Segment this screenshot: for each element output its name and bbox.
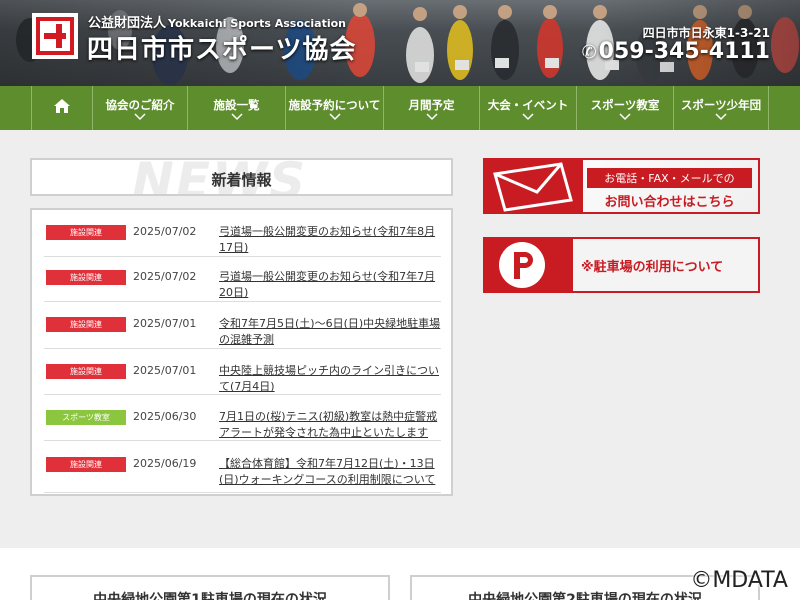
- site-header: 公益財団法人 Yokkaichi Sports Association 四日市市ス…: [0, 0, 800, 86]
- yokkaichi-logo-icon[interactable]: [32, 13, 78, 59]
- copyright-watermark: ©MDATA: [690, 568, 788, 593]
- news-item: 施設関連 2025/07/01 中央陸上競技場ピッチ内のライン引きについて(7月…: [44, 349, 441, 395]
- news-item: 施設関連 2025/07/02 弓道場一般公開変更のお知らせ(令和7年7月20日…: [44, 257, 441, 302]
- contact-banner-text: お電話・FAX・メールでの お問い合わせはこちら: [587, 168, 752, 210]
- news-item: 施設関連 2025/07/02 弓道場一般公開変更のお知らせ(令和7年8月17日…: [44, 210, 441, 257]
- nav-item-events[interactable]: 大会・イベント: [479, 86, 576, 130]
- chevron-down-icon: [425, 113, 438, 121]
- chevron-down-icon: [328, 113, 341, 121]
- nav-item-youth-sports[interactable]: スポーツ少年団: [673, 86, 769, 130]
- news-date: 2025/06/30: [133, 410, 197, 423]
- news-date: 2025/07/01: [133, 364, 197, 377]
- envelope-icon: [493, 162, 573, 212]
- news-title: 新着情報: [211, 171, 272, 189]
- main-nav: 協会のご紹介 施設一覧 施設予約について 月間予定 大会・イベント スポーツ教室…: [0, 86, 800, 130]
- phone-number[interactable]: ✆059-345-4111: [582, 39, 770, 64]
- contact-banner-graphic: [485, 160, 583, 212]
- nav-item-reservation[interactable]: 施設予約について: [285, 86, 383, 130]
- category-badge[interactable]: 施設関連: [46, 270, 126, 285]
- category-badge[interactable]: 施設関連: [46, 317, 126, 332]
- chevron-down-icon: [230, 113, 243, 121]
- contact-line1: お電話・FAX・メールでの: [587, 168, 752, 188]
- category-badge[interactable]: スポーツ教室: [46, 410, 126, 425]
- parking-status-card-1[interactable]: 中央緑地公園第1駐車場の現在の状況: [30, 575, 390, 600]
- news-date: 2025/07/02: [133, 270, 197, 283]
- contact-line2: お問い合わせはこちら: [604, 195, 735, 210]
- nav-item-label: 施設一覧: [213, 98, 260, 112]
- phone-text: 059-345-4111: [598, 39, 770, 64]
- nav-item-label: 大会・イベント: [487, 98, 569, 112]
- parking-status-title-1: 中央緑地公園第1駐車場の現在の状況: [93, 592, 327, 600]
- nav-item-label: 協会のご紹介: [105, 98, 175, 112]
- contact-banner[interactable]: お電話・FAX・メールでの お問い合わせはこちら: [483, 158, 760, 214]
- nav-item-label: 施設予約について: [288, 98, 381, 112]
- news-link[interactable]: 弓道場一般公開変更のお知らせ(令和7年8月17日): [219, 224, 443, 256]
- news-item: スポーツ教室 2025/06/30 7月1日の(桜)テニス(初級)教室は熱中症警…: [44, 395, 441, 441]
- parking-link-text: ※駐車場の利用について: [581, 260, 724, 275]
- news-date: 2025/07/01: [133, 317, 197, 330]
- nav-item-sports-school[interactable]: スポーツ教室: [576, 86, 673, 130]
- news-list: 施設関連 2025/07/02 弓道場一般公開変更のお知らせ(令和7年8月17日…: [30, 208, 453, 496]
- nav-item-monthly-schedule[interactable]: 月間予定: [383, 86, 479, 130]
- parking-banner-panel: ※駐車場の利用について: [573, 239, 758, 291]
- parking-icon: [499, 242, 545, 288]
- nav-item-about[interactable]: 協会のご紹介: [92, 86, 187, 130]
- chevron-down-icon: [715, 113, 727, 121]
- site-title[interactable]: 四日市市スポーツ協会: [87, 29, 356, 66]
- category-badge[interactable]: 施設関連: [46, 225, 126, 240]
- news-link[interactable]: 7月1日の(桜)テニス(初級)教室は熱中症警戒アラートが発令された為中止といたし…: [219, 409, 443, 441]
- news-item: 施設関連 2025/07/01 令和7年7月5日(土)～6日(日)中央緑地駐車場…: [44, 302, 441, 349]
- nav-item-label: スポーツ教室: [590, 98, 660, 112]
- news-date: 2025/06/19: [133, 457, 197, 470]
- news-link[interactable]: 令和7年7月5日(土)～6日(日)中央緑地駐車場の混雑予測: [219, 316, 443, 348]
- nav-item-label: 月間予定: [408, 98, 455, 112]
- chevron-down-icon: [619, 113, 631, 121]
- home-icon: [54, 99, 70, 113]
- main-nav-items: 協会のご紹介 施設一覧 施設予約について 月間予定 大会・イベント スポーツ教室…: [31, 86, 769, 130]
- nav-item-facilities[interactable]: 施設一覧: [187, 86, 285, 130]
- nav-item-label: スポーツ少年団: [680, 98, 762, 112]
- news-header: NEWS 新着情報: [30, 158, 453, 196]
- category-badge[interactable]: 施設関連: [46, 457, 126, 472]
- nav-home[interactable]: [31, 86, 92, 130]
- chevron-down-icon: [134, 113, 146, 121]
- news-link[interactable]: 弓道場一般公開変更のお知らせ(令和7年7月20日): [219, 269, 443, 301]
- phone-icon: ✆: [581, 42, 597, 63]
- category-badge[interactable]: 施設関連: [46, 364, 126, 379]
- chevron-down-icon: [522, 113, 534, 121]
- news-link[interactable]: 中央陸上競技場ピッチ内のライン引きについて(7月4日): [219, 363, 443, 395]
- news-item: 施設関連 2025/06/19 【総合体育館】令和7年7月12日(土)・13日(…: [44, 441, 441, 493]
- news-date: 2025/07/02: [133, 225, 197, 238]
- parking-banner[interactable]: ※駐車場の利用について: [483, 237, 760, 293]
- news-link[interactable]: 【総合体育館】令和7年7月12日(土)・13日(日)ウォーキングコースの利用制限…: [219, 456, 443, 488]
